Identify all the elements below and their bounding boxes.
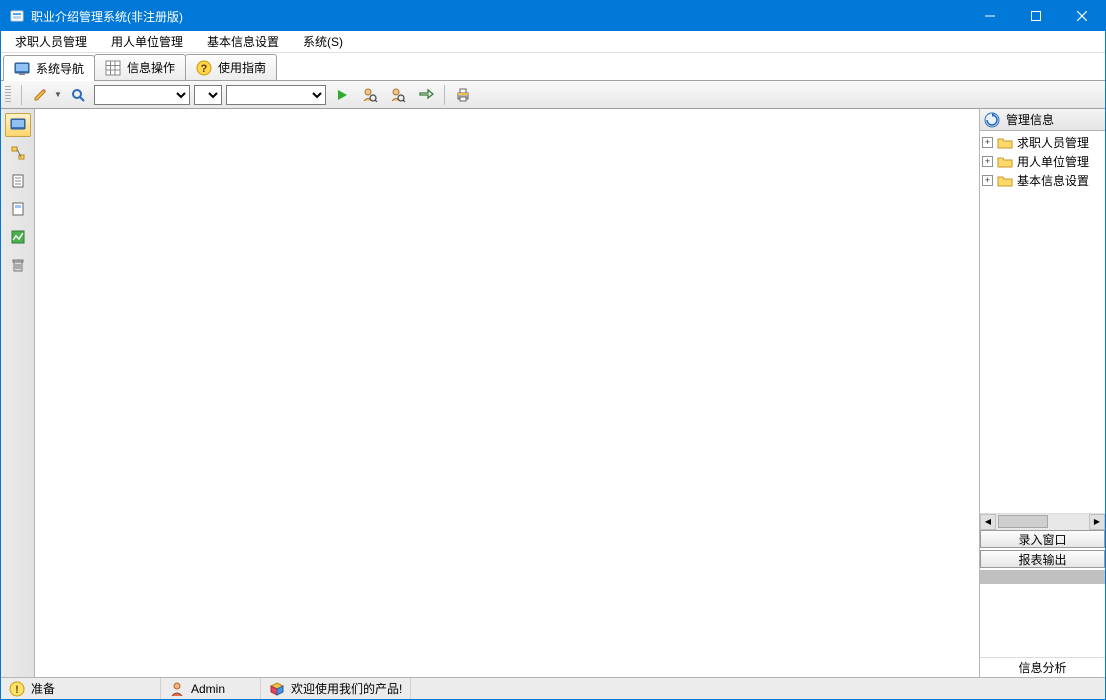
search-button[interactable] bbox=[66, 84, 90, 106]
tab-strip: 系统导航 信息操作 ? 使用指南 bbox=[1, 53, 1105, 81]
close-button[interactable] bbox=[1059, 1, 1105, 31]
tree-item-job-seekers[interactable]: + 求职人员管理 bbox=[980, 133, 1105, 152]
find-person-button-2[interactable] bbox=[386, 84, 410, 106]
tree-label: 用人单位管理 bbox=[1017, 153, 1089, 170]
cube-icon bbox=[269, 681, 285, 697]
title-bar: 职业介绍管理系统(非注册版) bbox=[1, 1, 1105, 31]
scroll-left-arrow[interactable]: ◀ bbox=[980, 514, 996, 530]
main-content-area bbox=[35, 109, 979, 677]
folder-icon bbox=[997, 156, 1013, 168]
status-user: Admin bbox=[161, 678, 261, 699]
left-chart-button[interactable] bbox=[5, 225, 31, 249]
print-button[interactable] bbox=[451, 84, 475, 106]
svg-text:?: ? bbox=[201, 63, 208, 75]
app-window: 职业介绍管理系统(非注册版) 求职人员管理 用人单位管理 基本信息设置 系统(S… bbox=[0, 0, 1106, 700]
tab-label: 信息操作 bbox=[127, 59, 175, 76]
combo-3[interactable] bbox=[226, 85, 326, 105]
left-page-button[interactable] bbox=[5, 197, 31, 221]
expander-icon[interactable]: + bbox=[982, 175, 993, 186]
panel-spacer bbox=[980, 585, 1105, 657]
info-analysis-label[interactable]: 信息分析 bbox=[980, 657, 1105, 677]
scroll-right-arrow[interactable]: ▶ bbox=[1089, 514, 1105, 530]
help-icon: ? bbox=[196, 60, 212, 76]
minimize-button[interactable] bbox=[967, 1, 1013, 31]
scroll-thumb[interactable] bbox=[998, 515, 1048, 528]
input-window-button[interactable]: 录入窗口 bbox=[980, 530, 1105, 548]
scroll-track[interactable] bbox=[996, 514, 1089, 530]
dropdown-arrow-icon[interactable]: ▼ bbox=[54, 90, 62, 99]
body: 管理信息 + 求职人员管理 + 用人单位管理 + 基本信息设置 bbox=[1, 109, 1105, 677]
maximize-button[interactable] bbox=[1013, 1, 1059, 31]
svg-text:!: ! bbox=[15, 684, 19, 696]
alert-icon: ! bbox=[9, 681, 25, 697]
panel-gap bbox=[980, 570, 1105, 584]
tree-view: + 求职人员管理 + 用人单位管理 + 基本信息设置 bbox=[980, 131, 1105, 513]
play-button[interactable] bbox=[330, 84, 354, 106]
tree-label: 求职人员管理 bbox=[1017, 134, 1089, 151]
expander-icon[interactable]: + bbox=[982, 137, 993, 148]
menu-system[interactable]: 系统(S) bbox=[291, 31, 355, 52]
horizontal-scrollbar[interactable]: ◀ ▶ bbox=[980, 513, 1105, 529]
panel-title: 管理信息 bbox=[1006, 111, 1054, 128]
left-document-button[interactable] bbox=[5, 169, 31, 193]
toolbar-separator bbox=[21, 85, 22, 105]
tab-label: 使用指南 bbox=[218, 59, 266, 76]
status-bar: ! 准备 Admin 欢迎使用我们的产品! bbox=[1, 677, 1105, 699]
status-welcome-text: 欢迎使用我们的产品! bbox=[291, 680, 402, 697]
left-diagram-button[interactable] bbox=[5, 141, 31, 165]
tab-label: 系统导航 bbox=[36, 60, 84, 77]
status-ready-text: 准备 bbox=[31, 680, 55, 697]
refresh-icon[interactable] bbox=[984, 112, 1000, 128]
user-icon bbox=[169, 681, 185, 697]
tree-label: 基本信息设置 bbox=[1017, 172, 1089, 189]
folder-icon bbox=[997, 175, 1013, 187]
panel-header: 管理信息 bbox=[980, 109, 1105, 131]
tab-info-operation[interactable]: 信息操作 bbox=[94, 54, 186, 80]
folder-icon bbox=[997, 137, 1013, 149]
toolbar: ▼ bbox=[1, 81, 1105, 109]
menu-basic-settings[interactable]: 基本信息设置 bbox=[195, 31, 291, 52]
status-ready: ! 准备 bbox=[1, 678, 161, 699]
left-toolbar bbox=[1, 109, 35, 677]
right-panel: 管理信息 + 求职人员管理 + 用人单位管理 + 基本信息设置 bbox=[979, 109, 1105, 677]
menu-bar: 求职人员管理 用人单位管理 基本信息设置 系统(S) bbox=[1, 31, 1105, 53]
toolbar-grip bbox=[5, 86, 11, 104]
expander-icon[interactable]: + bbox=[982, 156, 993, 167]
tree-item-basic-settings[interactable]: + 基本信息设置 bbox=[980, 171, 1105, 190]
window-title: 职业介绍管理系统(非注册版) bbox=[31, 8, 967, 25]
tab-system-nav[interactable]: 系统导航 bbox=[3, 55, 95, 81]
left-trash-button[interactable] bbox=[5, 253, 31, 277]
toolbar-separator bbox=[444, 85, 445, 105]
status-user-text: Admin bbox=[191, 682, 225, 696]
find-person-button[interactable] bbox=[358, 84, 382, 106]
edit-button[interactable] bbox=[28, 84, 52, 106]
tab-user-guide[interactable]: ? 使用指南 bbox=[185, 54, 277, 80]
status-welcome: 欢迎使用我们的产品! bbox=[261, 678, 411, 699]
app-icon bbox=[9, 8, 25, 24]
menu-job-seekers[interactable]: 求职人员管理 bbox=[3, 31, 99, 52]
grid-icon bbox=[105, 60, 121, 76]
report-output-button[interactable]: 报表输出 bbox=[980, 550, 1105, 568]
combo-2[interactable] bbox=[194, 85, 222, 105]
monitor-icon bbox=[14, 61, 30, 77]
swap-button[interactable] bbox=[414, 84, 438, 106]
tree-item-employers[interactable]: + 用人单位管理 bbox=[980, 152, 1105, 171]
menu-employers[interactable]: 用人单位管理 bbox=[99, 31, 195, 52]
left-monitor-button[interactable] bbox=[5, 113, 31, 137]
combo-1[interactable] bbox=[94, 85, 190, 105]
